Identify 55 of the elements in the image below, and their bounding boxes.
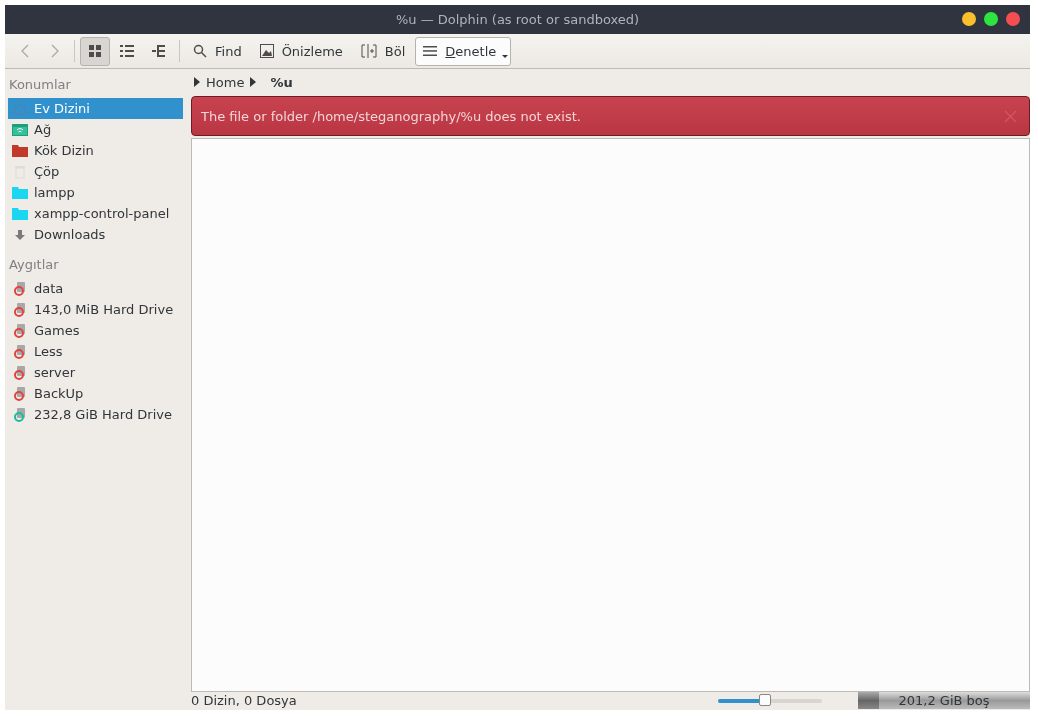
sidebar-item[interactable]: data: [8, 278, 183, 299]
drive-icon: [14, 281, 26, 296]
arrow-right-icon: [194, 77, 200, 87]
sidebar-item[interactable]: Çöp: [8, 161, 183, 182]
free-space-label: 201,2 GiB boş: [898, 693, 990, 708]
drive-icon: [14, 365, 26, 380]
sidebar-item[interactable]: 232,8 GiB Hard Drive: [8, 404, 183, 425]
menu-button[interactable]: Denetle: [415, 36, 512, 66]
icon-view-icon: [88, 44, 102, 58]
sidebar-item[interactable]: Ağ: [8, 119, 183, 140]
toolbar-button[interactable]: Önizleme: [251, 36, 351, 66]
drive-icon: [14, 344, 26, 359]
sidebar-item[interactable]: server: [8, 362, 183, 383]
tree-view-icon: [152, 44, 166, 58]
window-title: %u — Dolphin (as root or sandboxed): [395, 12, 640, 27]
sidebar-item[interactable]: Less: [8, 341, 183, 362]
toolbar-button[interactable]: Böl: [352, 36, 414, 66]
section-heading: Aygıtlar: [8, 256, 60, 274]
error-message: The file or folder /home/steganography/%u does not exist.: [201, 108, 581, 124]
close-icon: [1004, 109, 1017, 123]
section-heading: Konumlar: [8, 76, 72, 94]
download-icon: [14, 228, 26, 241]
sidebar-item[interactable]: BackUp: [8, 383, 183, 404]
sidebar-item[interactable]: 143,0 MiB Hard Drive: [8, 299, 183, 320]
back-icon: [20, 44, 30, 58]
folder-icon: [12, 185, 28, 200]
drive-icon: [14, 323, 26, 338]
drive-icon: [14, 407, 26, 422]
network-folder-icon: [12, 122, 28, 137]
minimize-button[interactable]: [962, 12, 976, 26]
breadcrumb-item[interactable]: Home: [206, 74, 245, 90]
folder-icon: [12, 143, 28, 158]
sidebar-item[interactable]: Downloads: [8, 224, 183, 245]
status-text: 0 Dizin, 0 Dosya: [191, 693, 298, 708]
drive-icon: [14, 302, 26, 317]
list-view-icon: [120, 44, 134, 58]
search-icon: [193, 44, 207, 58]
close-button[interactable]: [1006, 12, 1020, 26]
maximize-button[interactable]: [984, 12, 998, 26]
sidebar-item[interactable]: Kök Dizin: [8, 140, 183, 161]
breadcrumb-item[interactable]: %u: [270, 74, 293, 90]
arrow-right-icon: [250, 77, 257, 87]
image-icon: [259, 44, 274, 58]
toolbar-button[interactable]: Find: [185, 36, 250, 66]
menu-icon: [423, 45, 438, 57]
sidebar-item[interactable]: lampp: [8, 182, 183, 203]
split-view-icon: [360, 44, 377, 58]
folder-icon: [12, 206, 28, 221]
home-icon: [13, 101, 27, 116]
caret-icon: [502, 54, 509, 58]
forward-icon: [50, 44, 60, 58]
view-mode-button[interactable]: [80, 36, 110, 66]
sidebar-item[interactable]: Games: [8, 320, 183, 341]
sidebar-item[interactable]: xampp-control-panel: [8, 203, 183, 224]
drive-icon: [14, 386, 26, 401]
